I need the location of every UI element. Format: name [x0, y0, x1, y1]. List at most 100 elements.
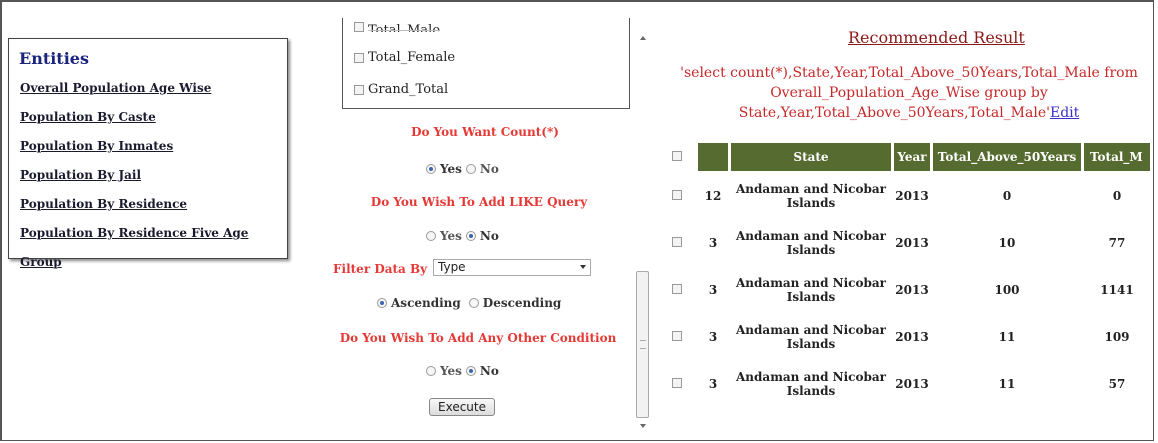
checklist-item-label: Total_Female: [368, 50, 456, 65]
above50-cell: 10: [998, 236, 1016, 250]
count-yes-label: Yes: [440, 162, 462, 176]
table-row: 12 Andaman and Nicobar Islands 2013 0 0: [663, 174, 1150, 218]
checkbox[interactable]: [354, 84, 364, 95]
above50-header: Total_Above_50Years: [933, 143, 1081, 171]
row-checkbox-cell: [663, 315, 695, 359]
scrollbar-thumb[interactable]: [636, 271, 649, 418]
above50-cell: 0: [1002, 189, 1012, 203]
row-checkbox-cell: [663, 268, 695, 312]
row-checkbox-cell: [663, 362, 695, 406]
count-question-label: Do You Want Count(*): [411, 125, 559, 139]
count-radio-group: Yes No: [426, 162, 499, 176]
state-cell: Andaman and Nicobar Islands: [736, 182, 886, 210]
checklist-item-label: Grand_Total: [368, 82, 449, 97]
descending-label: Descending: [482, 296, 562, 310]
year-cell: 2013: [895, 283, 929, 297]
state-cell: Andaman and Nicobar Islands: [736, 370, 886, 398]
grip-icon: [640, 340, 646, 349]
entity-link-population-by-caste[interactable]: Population By Caste: [20, 103, 287, 132]
scroll-up-icon[interactable]: [640, 36, 646, 40]
checkbox[interactable]: [354, 52, 364, 63]
male-cell: 77: [1108, 236, 1126, 250]
entity-link-population-by-residence-five-age-group[interactable]: Population By Residence Five Age Group: [20, 219, 287, 269]
year-cell: 2013: [895, 189, 929, 203]
table-row: 3 Andaman and Nicobar Islands 2013 11 57: [663, 362, 1150, 406]
checklist-item-partial[interactable]: Total_Male: [354, 22, 440, 32]
above50-cell: 100: [994, 283, 1020, 297]
execute-button[interactable]: Execute: [429, 398, 495, 416]
table-row: 3 Andaman and Nicobar Islands 2013 10 77: [663, 221, 1150, 265]
state-cell: Andaman and Nicobar Islands: [736, 229, 886, 257]
count-cell: 3: [708, 236, 718, 250]
checklist-item-total-female[interactable]: Total_Female: [354, 50, 455, 65]
state-cell: Andaman and Nicobar Islands: [736, 323, 886, 351]
count-cell: 12: [704, 189, 722, 203]
edit-link[interactable]: Edit: [1050, 105, 1079, 121]
checklist-item-grand-total[interactable]: Grand_Total: [354, 82, 448, 97]
year-cell: 2013: [895, 377, 929, 391]
count-yes-radio[interactable]: [426, 164, 436, 174]
ascending-label: Ascending: [391, 296, 461, 310]
above50-cell: 11: [998, 330, 1016, 344]
scroll-down-icon[interactable]: [640, 424, 646, 428]
like-question-label: Do You Wish To Add LIKE Query: [370, 195, 588, 209]
male-header: Total_M: [1084, 143, 1150, 171]
middle-scrollbar[interactable]: [635, 24, 651, 432]
condition-no-label: No: [479, 364, 499, 378]
like-no-radio[interactable]: [465, 231, 476, 241]
row-checkbox[interactable]: [672, 237, 682, 247]
result-table-viewport: State Year Total_Above_50Years Total_M 1…: [656, 138, 1158, 438]
filter-select-value: Type: [438, 260, 466, 274]
entity-link-overall-population-age-wise[interactable]: Overall Population Age Wise: [20, 74, 287, 103]
row-checkbox[interactable]: [672, 284, 682, 294]
condition-no-radio[interactable]: [465, 366, 476, 376]
result-title: Recommended Result: [848, 28, 1025, 47]
like-radio-group: Yes No: [426, 229, 499, 243]
entity-link-population-by-residence[interactable]: Population By Residence: [20, 190, 287, 219]
male-cell: 0: [1112, 189, 1122, 203]
entities-list: Overall Population Age Wise Population B…: [9, 74, 287, 269]
state-cell: Andaman and Nicobar Islands: [736, 276, 886, 304]
year-header: Year: [894, 143, 930, 171]
count-no-label: No: [479, 162, 499, 176]
male-cell: 109: [1104, 330, 1130, 344]
year-cell: 2013: [895, 236, 929, 250]
state-header: State: [731, 143, 891, 171]
count-cell: 3: [708, 377, 718, 391]
filter-select[interactable]: Type: [433, 259, 591, 276]
table-row: 3 Andaman and Nicobar Islands 2013 11 10…: [663, 315, 1150, 359]
select-all-header: [663, 143, 695, 171]
result-table: State Year Total_Above_50Years Total_M 1…: [660, 140, 1153, 409]
above50-cell: 11: [998, 377, 1016, 391]
male-cell: 57: [1108, 377, 1126, 391]
entities-panel: Entities Overall Population Age Wise Pop…: [8, 38, 288, 269]
row-checkbox-cell: [663, 174, 695, 218]
row-checkbox[interactable]: [672, 378, 682, 388]
like-no-label: No: [479, 229, 499, 243]
checkbox[interactable]: [354, 22, 364, 32]
select-all-checkbox[interactable]: [672, 151, 682, 161]
ascending-radio[interactable]: [377, 298, 387, 308]
condition-question-label: Do You Wish To Add Any Other Condition: [339, 331, 617, 345]
table-header-row: State Year Total_Above_50Years Total_M: [663, 143, 1150, 171]
count-header: [698, 143, 728, 171]
like-yes-radio[interactable]: [426, 231, 436, 241]
year-cell: 2013: [895, 330, 929, 344]
condition-yes-label: Yes: [440, 364, 462, 378]
count-no-radio[interactable]: [465, 164, 476, 174]
male-cell: 1141: [1100, 283, 1134, 297]
row-checkbox[interactable]: [672, 190, 682, 200]
sort-radio-group: Ascending Descending: [377, 296, 561, 310]
like-yes-label: Yes: [440, 229, 462, 243]
entity-link-population-by-inmates[interactable]: Population By Inmates: [20, 132, 287, 161]
count-cell: 3: [708, 283, 718, 297]
count-cell: 3: [708, 330, 718, 344]
filter-label: Filter Data By: [333, 262, 428, 276]
condition-yes-radio[interactable]: [426, 366, 436, 376]
entities-title: Entities: [19, 49, 89, 68]
row-checkbox[interactable]: [672, 331, 682, 341]
condition-radio-group: Yes No: [426, 364, 499, 378]
descending-radio[interactable]: [468, 298, 479, 308]
chevron-down-icon: [580, 265, 586, 269]
entity-link-population-by-jail[interactable]: Population By Jail: [20, 161, 287, 190]
